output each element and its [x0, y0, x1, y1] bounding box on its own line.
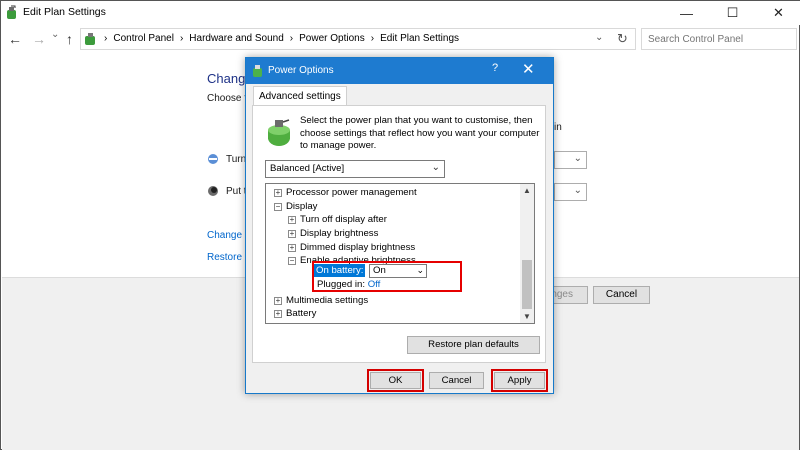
highlight-box [312, 261, 462, 292]
tree-item-label: Multimedia settings [286, 295, 369, 306]
turn-off-display-select[interactable]: ⌄ [554, 151, 587, 169]
collapse-icon[interactable]: − [274, 202, 282, 211]
expand-icon[interactable]: + [288, 229, 296, 238]
up-arrow-icon[interactable]: ↑ [66, 31, 73, 47]
page-subtitle-continued: in [554, 122, 562, 133]
cancel-button[interactable]: Cancel [593, 286, 650, 304]
scroll-up-icon[interactable]: ▲ [523, 186, 531, 195]
power-plan-select[interactable]: Balanced [Active] ⌄ [265, 160, 445, 178]
breadcrumb: › Control Panel › Hardware and Sound › P… [101, 33, 462, 44]
help-button[interactable]: ? [492, 62, 498, 74]
change-advanced-settings-link[interactable]: Change a [207, 230, 247, 241]
breadcrumb-edit-plan-settings[interactable]: Edit Plan Settings [377, 33, 462, 44]
scrollbar-thumb[interactable] [522, 260, 532, 309]
breadcrumb-control-panel[interactable]: Control Panel [110, 33, 177, 44]
power-options-icon [252, 64, 265, 81]
tree-item-label: Processor power management [286, 187, 417, 198]
tree-item-label: Display [286, 201, 318, 212]
screen-icon [207, 153, 219, 168]
expand-icon[interactable]: + [288, 243, 296, 252]
power-options-dialog: Power Options ? ✕ Advanced settings Sele… [245, 57, 554, 394]
put-to-sleep-label: Put t [226, 186, 246, 197]
tree-item-turn-off-display-after[interactable]: + Turn off display after [288, 214, 387, 225]
dialog-cancel-button[interactable]: Cancel [429, 372, 484, 389]
tree-item-dimmed-display-brightness[interactable]: + Dimmed display brightness [288, 242, 415, 253]
tree-item-label: Dimmed display brightness [300, 242, 416, 253]
tree-item-processor-power-management[interactable]: + Processor power management [274, 187, 417, 198]
address-bar[interactable]: › Control Panel › Hardware and Sound › P… [80, 28, 636, 50]
collapse-icon[interactable]: − [288, 256, 296, 265]
address-dropdown-chevron-icon[interactable]: ⌄ [595, 32, 603, 43]
breadcrumb-separator: › [104, 33, 108, 44]
maximize-button[interactable]: ☐ [710, 1, 755, 25]
dialog-title-bar: Power Options ? ✕ [246, 58, 553, 84]
scroll-down-icon[interactable]: ▼ [523, 312, 531, 321]
edit-plan-settings-window: Edit Plan Settings — ☐ ✕ ← → ⌄ ↑ › Contr… [0, 0, 800, 450]
restore-default-settings-link[interactable]: Restore d [207, 252, 247, 263]
breadcrumb-separator: › [289, 33, 294, 44]
recent-locations-chevron-icon[interactable]: ⌄ [51, 29, 59, 40]
tree-item-label: Battery [286, 308, 317, 319]
sleep-icon [207, 185, 219, 200]
page-subtitle: Choose t [207, 93, 247, 104]
expand-icon[interactable]: + [288, 215, 296, 224]
tree-item-multimedia-settings[interactable]: + Multimedia settings [274, 295, 368, 306]
tree-item-label: Display brightness [300, 228, 379, 239]
tab-advanced-settings[interactable]: Advanced settings [253, 86, 347, 106]
tree-item-display-brightness[interactable]: + Display brightness [288, 228, 378, 239]
expand-icon[interactable]: + [274, 309, 282, 318]
window-title: Edit Plan Settings [23, 6, 106, 18]
page-heading: Change [207, 71, 247, 86]
minimize-button[interactable]: — [664, 1, 709, 25]
breadcrumb-separator: › [179, 33, 184, 44]
restore-plan-defaults-button[interactable]: Restore plan defaults [407, 336, 540, 354]
settings-tree[interactable]: + Processor power management − Display +… [265, 183, 535, 324]
tree-item-label: Turn off display after [300, 214, 387, 225]
advanced-settings-panel: Select the power plan that you want to c… [252, 105, 546, 363]
forward-arrow-icon[interactable]: → [32, 31, 46, 47]
control-panel-icon [84, 32, 98, 49]
refresh-icon[interactable]: ↻ [617, 31, 628, 47]
apply-button[interactable]: Apply [494, 372, 545, 389]
turn-off-display-label: Turn [226, 154, 246, 165]
search-input[interactable] [641, 28, 797, 50]
tree-item-display[interactable]: − Display [274, 201, 317, 212]
breadcrumb-hardware-and-sound[interactable]: Hardware and Sound [186, 33, 287, 44]
window-title-bar: Edit Plan Settings — ☐ ✕ [1, 1, 800, 25]
power-plan-value: Balanced [Active] [270, 163, 345, 174]
tree-scrollbar[interactable]: ▲ ▼ [520, 184, 534, 323]
ok-button[interactable]: OK [370, 372, 421, 389]
dialog-close-button[interactable]: ✕ [522, 60, 535, 78]
breadcrumb-separator: › [370, 33, 375, 44]
dialog-description: Select the power plan that you want to c… [300, 115, 540, 151]
dialog-title: Power Options [268, 65, 334, 76]
put-to-sleep-select[interactable]: ⌄ [554, 183, 587, 201]
power-options-app-icon [6, 5, 19, 23]
chevron-down-icon: ⌄ [431, 162, 440, 173]
expand-icon[interactable]: + [274, 188, 282, 197]
expand-icon[interactable]: + [274, 296, 282, 305]
breadcrumb-power-options[interactable]: Power Options [296, 33, 368, 44]
power-plan-icon [265, 118, 295, 151]
tree-item-battery[interactable]: + Battery [274, 308, 316, 319]
close-button[interactable]: ✕ [756, 1, 800, 25]
back-arrow-icon[interactable]: ← [8, 31, 22, 47]
